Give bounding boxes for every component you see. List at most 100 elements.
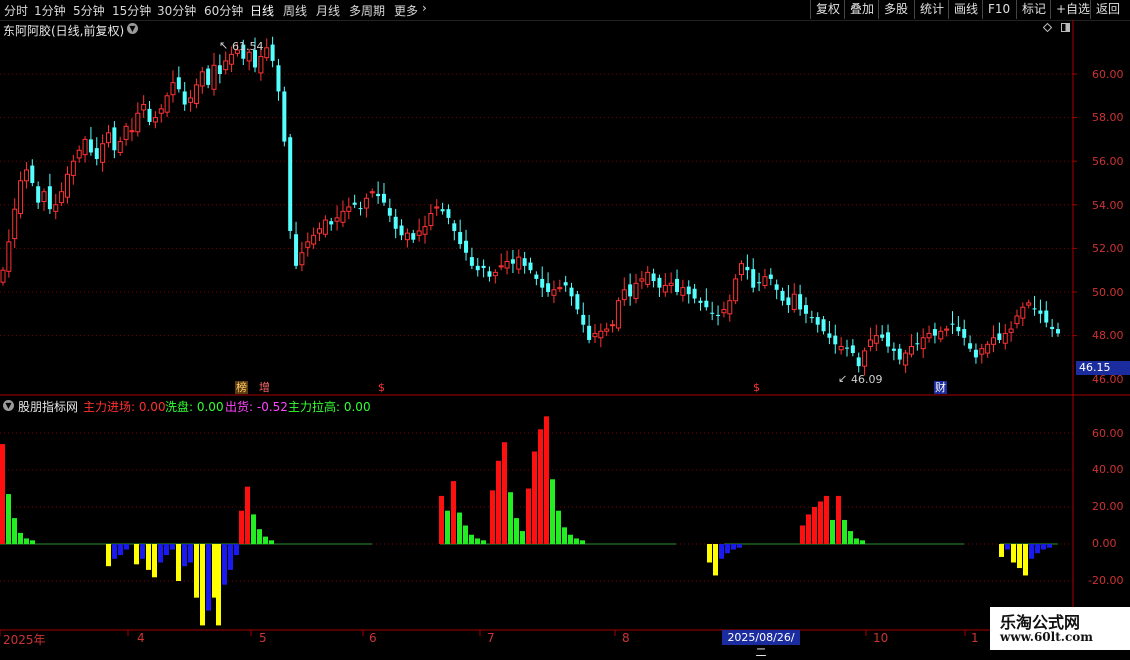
main-entry-bar [806, 514, 811, 544]
diamond-icon[interactable] [1043, 23, 1052, 32]
candle-down [575, 294, 580, 310]
candle-down [458, 232, 463, 245]
candle-down [481, 265, 486, 269]
candle-up [317, 228, 322, 234]
main-entry-bar [496, 460, 501, 544]
candle-up [838, 346, 844, 351]
outflow-bar [164, 544, 169, 556]
candle-down [891, 348, 896, 351]
kline-chart[interactable] [0, 0, 1130, 650]
candle-up [41, 191, 47, 203]
candle-up [434, 206, 440, 209]
current-price-badge: 46.15 [1076, 361, 1130, 375]
candle-down [833, 335, 838, 345]
chevron-down-icon[interactable]: ▼ [3, 400, 14, 411]
main-entry-bar [526, 488, 531, 544]
candle-up [299, 252, 305, 266]
candle-up [791, 293, 797, 310]
x-axis-label: 6 [369, 631, 377, 645]
candle-down [452, 223, 457, 231]
candle-up [639, 278, 645, 282]
candle-up [991, 337, 997, 345]
finance-marker[interactable]: 财 [934, 381, 947, 394]
candle-up [363, 197, 369, 209]
candle-up [59, 191, 65, 204]
candle-up [258, 56, 264, 74]
indicator-name[interactable]: 股朋指标网 [18, 398, 78, 415]
candle-down [745, 266, 750, 271]
main-entry-bar [812, 507, 817, 544]
main-entry-bar [836, 495, 841, 544]
candle-up [668, 282, 674, 286]
candle-up [1014, 315, 1020, 325]
candle-down [675, 278, 680, 292]
window-toggle-icon[interactable] [1061, 23, 1070, 32]
candle-up [135, 112, 141, 133]
wash-bar [445, 510, 450, 544]
candle-down [915, 343, 920, 345]
dividend-marker[interactable]: $ [752, 381, 761, 394]
indicator-tick: 60.00 [1092, 427, 1124, 440]
candle-down [440, 209, 445, 212]
candlestick-series [0, 36, 1060, 376]
x-axis-label: 7 [487, 631, 495, 645]
outflow-bar [1035, 544, 1040, 554]
low-price-label: 46.09 [851, 373, 883, 386]
candle-up [264, 47, 270, 59]
wash-bar [457, 512, 462, 544]
candle-down [968, 343, 973, 349]
candle-down [827, 333, 832, 338]
wash-bar [860, 540, 865, 544]
candle-down [540, 278, 545, 288]
candle-up [598, 330, 604, 339]
candle-up [18, 180, 24, 215]
candle-down [997, 333, 1002, 340]
distribution-bar [216, 544, 221, 626]
candle-down [815, 317, 820, 325]
increase-marker[interactable]: 增 [258, 381, 271, 394]
wash-bar [12, 518, 17, 544]
candle-up [82, 138, 88, 156]
candle-up [106, 132, 111, 144]
candle-down [581, 314, 586, 325]
outflow-bar [182, 544, 187, 567]
candle-down [464, 240, 469, 253]
indicator-tick: 20.00 [1092, 500, 1124, 513]
candle-down [587, 325, 592, 340]
candle-down [510, 259, 515, 264]
rank-marker[interactable]: 榜 [235, 381, 248, 394]
candle-up [158, 108, 164, 114]
main-entry-bar [451, 481, 456, 544]
outflow-bar [1041, 544, 1046, 550]
price-tick: 60.00 [1092, 68, 1124, 81]
wash-bar [463, 525, 468, 544]
candle-up [557, 287, 563, 290]
candle-up [141, 104, 147, 111]
outflow-bar [1029, 544, 1034, 559]
candle-down [628, 284, 633, 297]
legend-main-lift: 主力拉高: 0.00 [288, 400, 371, 414]
main-entry-bar [245, 486, 250, 544]
candle-up [645, 271, 651, 285]
candle-down [950, 323, 955, 325]
candle-up [428, 213, 434, 227]
candle-up [170, 82, 176, 96]
dividend-marker[interactable]: $ [377, 381, 386, 394]
candle-down [487, 271, 492, 277]
candle-down [329, 221, 334, 225]
candle-up [64, 173, 70, 198]
candle-down [692, 288, 697, 299]
wash-bar [24, 538, 29, 544]
candle-up [322, 219, 328, 235]
legend-wash: 洗盘: 0.00 [165, 400, 224, 414]
chevron-down-icon[interactable]: ▼ [127, 23, 138, 34]
candle-up [6, 241, 12, 272]
candle-up [1020, 306, 1026, 319]
distribution-bar [1017, 544, 1022, 569]
candle-down [973, 349, 978, 358]
main-entry-bar [544, 416, 549, 544]
candle-down [475, 265, 480, 271]
candle-up [340, 210, 346, 223]
wash-bar [469, 534, 474, 544]
wash-bar [842, 519, 847, 544]
